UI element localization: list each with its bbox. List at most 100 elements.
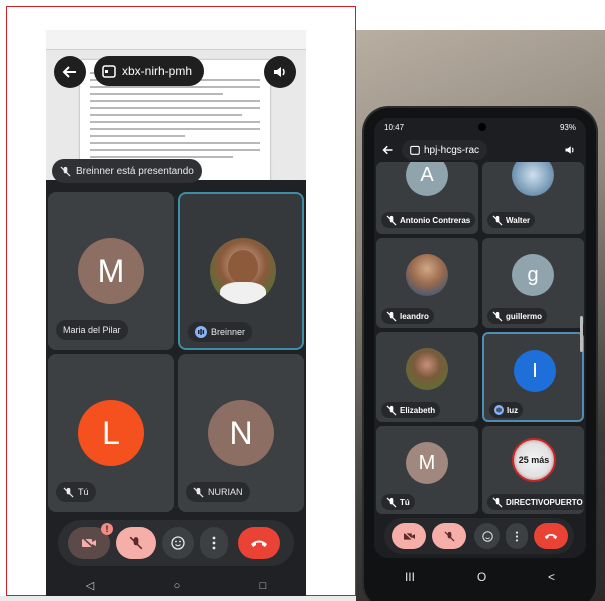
participant-tile[interactable]: A Antonio Contreras bbox=[376, 162, 478, 234]
mic-off-icon bbox=[492, 214, 503, 226]
avatar: I bbox=[514, 350, 556, 392]
mic-off-icon bbox=[129, 536, 143, 550]
participant-name: Elizabeth bbox=[381, 402, 441, 418]
nav-back-button[interactable]: ◁ bbox=[86, 579, 94, 592]
reactions-button[interactable] bbox=[162, 527, 194, 559]
participant-name: Maria del Pilar bbox=[56, 320, 128, 340]
emoji-icon bbox=[481, 530, 493, 542]
nav-recents-button[interactable]: □ bbox=[260, 580, 267, 592]
phone-body: 10:47 93% hpj-hcgs-rac A Antonio Contrer… bbox=[364, 108, 596, 601]
phone-hangup-icon bbox=[251, 540, 267, 547]
participant-tile-self[interactable]: L Tú bbox=[48, 354, 174, 512]
camera-toggle-button[interactable]: ! bbox=[68, 523, 113, 559]
speaker-icon bbox=[565, 146, 574, 154]
participant-name: DIRECTIVOPUERTO bbox=[487, 494, 584, 510]
call-controls bbox=[384, 518, 574, 554]
camera-off-icon bbox=[81, 536, 96, 550]
participant-name: guillermo bbox=[487, 308, 548, 324]
scrollbar[interactable] bbox=[580, 316, 583, 352]
participant-tile[interactable]: M Maria del Pilar bbox=[48, 192, 174, 350]
profile-photo bbox=[406, 254, 448, 296]
mic-off-icon bbox=[60, 165, 71, 177]
participant-tile[interactable]: Walter bbox=[482, 162, 584, 234]
speaker-button[interactable] bbox=[264, 56, 296, 88]
participant-name: Tú bbox=[56, 482, 96, 502]
more-options-button[interactable] bbox=[200, 527, 228, 559]
participant-name: Breinner bbox=[188, 322, 253, 342]
meeting-code: hpj-hcgs-rac bbox=[424, 144, 480, 156]
mic-off-icon bbox=[386, 310, 397, 322]
participant-name: leandro bbox=[381, 308, 434, 324]
speaking-icon bbox=[494, 405, 504, 415]
nav-recents-button[interactable]: III bbox=[405, 570, 415, 584]
avatar: L bbox=[78, 400, 144, 466]
group-logo: 25 más bbox=[512, 438, 556, 482]
meeting-code-pill[interactable]: xbx-nirh-pmh bbox=[94, 56, 205, 86]
mic-off-icon bbox=[492, 496, 503, 508]
mic-toggle-button[interactable] bbox=[116, 527, 156, 559]
android-nav-bar: ◁ ○ □ bbox=[46, 575, 306, 596]
speaking-icon bbox=[195, 326, 207, 338]
phone-hangup-icon bbox=[544, 534, 558, 540]
end-call-button[interactable] bbox=[534, 523, 568, 549]
end-call-button[interactable] bbox=[238, 527, 280, 559]
participant-tile[interactable]: leandro bbox=[376, 238, 478, 328]
presenting-bar: Breinner está presentando bbox=[46, 155, 306, 187]
back-button[interactable] bbox=[54, 56, 86, 88]
phone-meet-screen: 10:47 93% hpj-hcgs-rac A Antonio Contrer… bbox=[374, 118, 586, 558]
mic-off-icon bbox=[386, 214, 397, 226]
avatar: A bbox=[406, 162, 448, 196]
fullscreen-button[interactable] bbox=[274, 161, 296, 183]
participant-tile-active[interactable]: I luz bbox=[482, 332, 584, 422]
avatar: g bbox=[512, 254, 554, 296]
nav-back-button[interactable]: < bbox=[548, 570, 555, 584]
meeting-code: xbx-nirh-pmh bbox=[122, 64, 193, 78]
nav-home-button[interactable]: ○ bbox=[174, 580, 181, 592]
back-button[interactable] bbox=[378, 140, 398, 160]
mic-off-icon bbox=[386, 496, 397, 508]
bottom-strip bbox=[0, 596, 356, 601]
speaker-button[interactable] bbox=[560, 140, 580, 160]
mic-off-icon bbox=[386, 404, 397, 416]
avatar: N bbox=[208, 400, 274, 466]
camera-notch bbox=[478, 123, 486, 131]
participant-name: luz bbox=[489, 402, 524, 418]
participant-name: Walter bbox=[487, 212, 536, 228]
status-time: 10:47 bbox=[384, 122, 405, 132]
participant-name: Tú bbox=[381, 494, 415, 510]
more-options-button[interactable] bbox=[506, 523, 528, 549]
camera-off-icon bbox=[403, 530, 415, 542]
call-controls: ! bbox=[58, 520, 294, 566]
arrow-left-icon bbox=[382, 145, 393, 155]
document-toolbar bbox=[46, 30, 306, 50]
emoji-icon bbox=[171, 536, 185, 550]
participant-name: NURIAN bbox=[186, 482, 250, 502]
profile-photo bbox=[512, 162, 554, 196]
meeting-code-pill[interactable]: hpj-hcgs-rac bbox=[402, 140, 488, 160]
fullscreen-icon bbox=[278, 165, 292, 179]
mic-off-icon bbox=[193, 486, 204, 498]
alert-icon: ! bbox=[101, 523, 113, 535]
nav-home-button[interactable]: O bbox=[477, 570, 486, 584]
participant-tile[interactable]: g guillermo bbox=[482, 238, 584, 328]
participant-tile[interactable]: N NURIAN bbox=[178, 354, 304, 512]
calendar-icon bbox=[410, 145, 420, 155]
participant-tile-self[interactable]: M Tú bbox=[376, 426, 478, 514]
avatar: M bbox=[406, 442, 448, 484]
camera-toggle-button[interactable] bbox=[392, 523, 426, 549]
profile-photo bbox=[210, 238, 276, 304]
battery-level: 93% bbox=[559, 122, 576, 132]
speaker-icon bbox=[274, 67, 285, 77]
participant-tile[interactable]: Elizabeth bbox=[376, 332, 478, 422]
participant-name: Antonio Contreras bbox=[381, 212, 476, 228]
mic-off-icon bbox=[492, 310, 503, 322]
more-participants-tile[interactable]: 25 más DIRECTIVOPUERTO bbox=[482, 426, 584, 514]
profile-photo bbox=[406, 348, 448, 390]
mic-off-icon bbox=[443, 530, 455, 542]
participant-tile-active[interactable]: Breinner bbox=[178, 192, 304, 350]
android-nav-bar: III O < bbox=[374, 564, 586, 590]
mic-toggle-button[interactable] bbox=[432, 523, 466, 549]
reactions-button[interactable] bbox=[474, 523, 500, 549]
status-bar: 10:47 93% bbox=[374, 118, 586, 136]
more-count-badge: 25 más bbox=[518, 455, 550, 465]
